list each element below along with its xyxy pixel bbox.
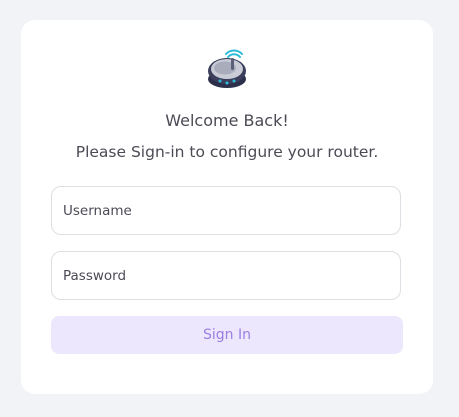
signin-subtitle: Please Sign-in to configure your router. <box>75 143 379 161</box>
router-icon <box>206 49 248 91</box>
password-input[interactable] <box>51 251 401 300</box>
username-input[interactable] <box>51 186 401 235</box>
signin-button[interactable]: Sign In <box>51 316 403 354</box>
welcome-heading: Welcome Back! <box>165 111 289 130</box>
login-card: Welcome Back! Please Sign-in to configur… <box>21 20 433 394</box>
